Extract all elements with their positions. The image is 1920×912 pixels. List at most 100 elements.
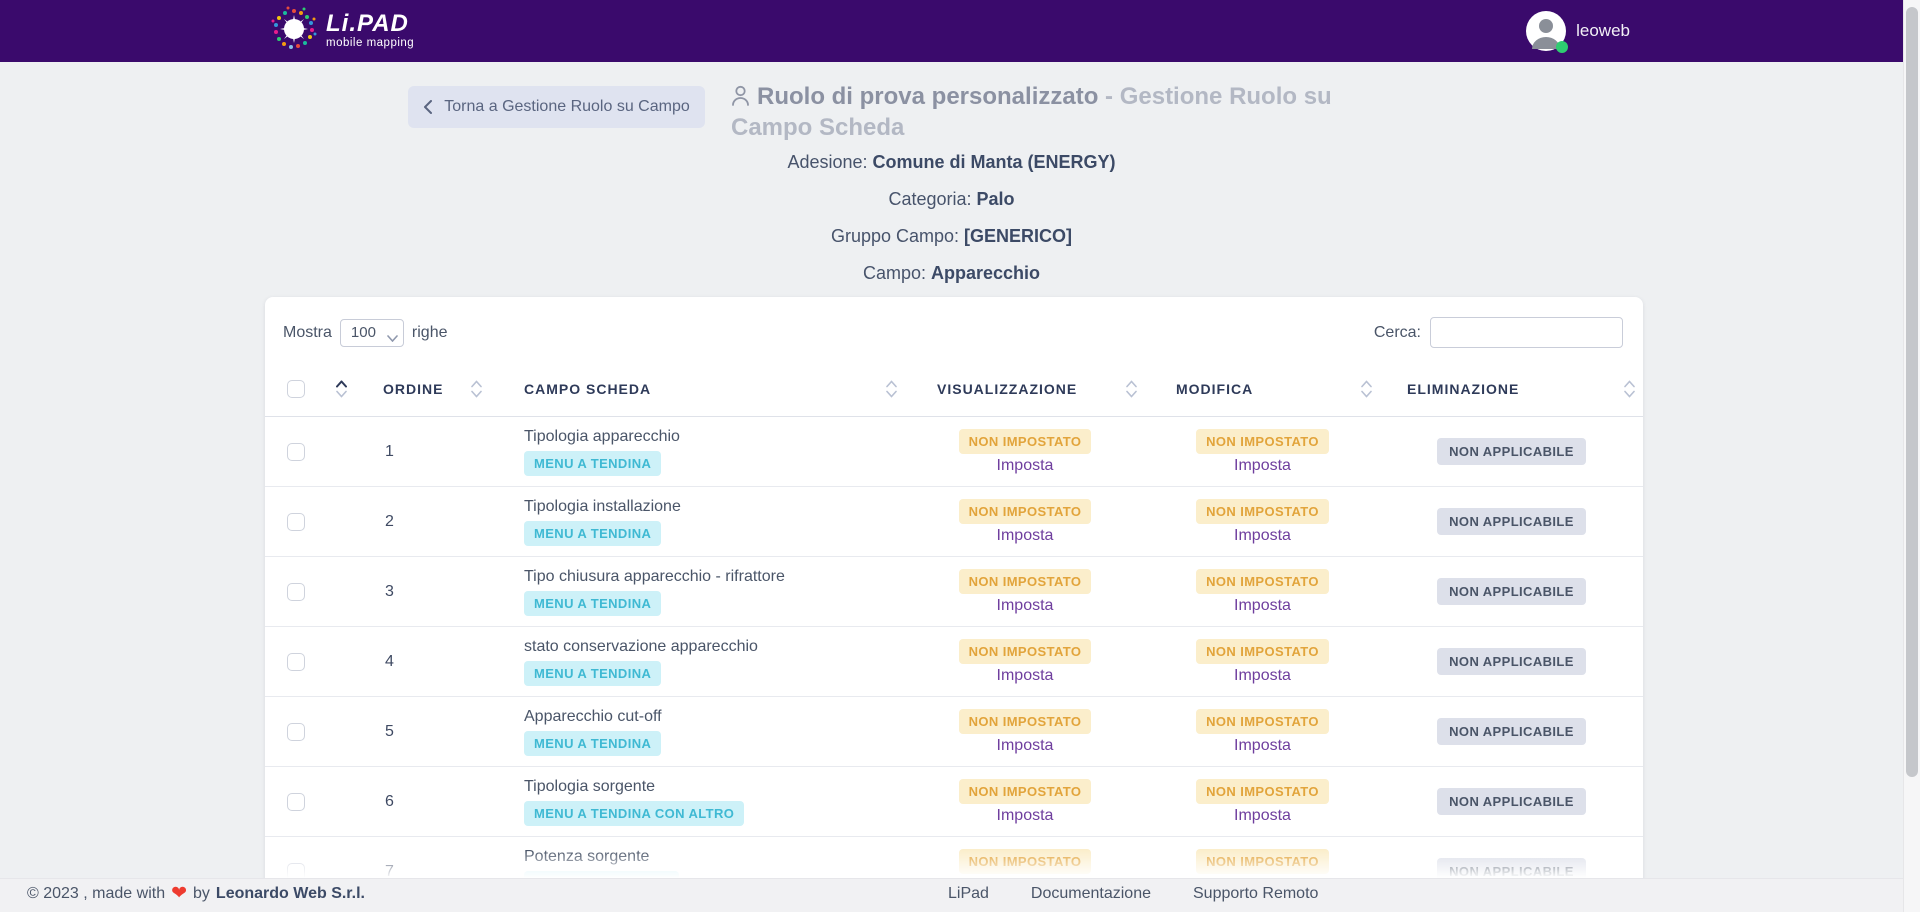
visualizzazione-badge: NON IMPOSTATO [959,849,1092,874]
meta-gruppo-campo: Gruppo Campo: [GENERICO] [0,226,1903,247]
modifica-badge: NON IMPOSTATO [1196,779,1329,804]
sort-control-select[interactable] [336,381,347,398]
visualizzazione-imposta-link[interactable]: Imposta [997,597,1054,615]
field-type-badge: MENU A TENDINA [524,731,661,756]
field-name: Tipologia apparecchio [524,428,905,446]
sort-asc-icon [886,381,897,388]
footer-links: LiPad Documentazione Supporto Remoto [948,885,1318,903]
search-control: Cerca: [1374,317,1623,348]
row-checkbox[interactable] [287,443,305,461]
field-type-badge: MENU A TENDINA CON ALTRO [524,801,744,826]
visualizzazione-imposta-link[interactable]: Imposta [997,457,1054,475]
order-value: 2 [385,513,394,531]
eliminazione-badge: NON APPLICABILE [1437,718,1586,745]
sort-asc-icon [336,381,347,388]
meta-adesione: Adesione: Comune di Manta (ENERGY) [0,152,1903,173]
page-size-select[interactable]: 100 [340,319,404,347]
visualizzazione-imposta-link[interactable]: Imposta [997,737,1054,755]
sort-control-visualizzazione[interactable] [1126,381,1137,398]
copyright: © 2023 , made with ❤ by Leonardo Web S.r… [27,884,365,903]
field-name: Tipologia installazione [524,498,905,516]
table-row: 1Tipologia apparecchioMENU A TENDINANON … [265,417,1643,487]
page-title-role: Ruolo di prova personalizzato [757,83,1098,110]
table-row: 6Tipologia sorgenteMENU A TENDINA CON AL… [265,767,1643,837]
footer-link-lipad[interactable]: LiPad [948,885,989,903]
table-card: Mostra 100 righe Cerca: ORDI [265,297,1643,912]
modifica-imposta-link[interactable]: Imposta [1234,667,1291,685]
header-campo-scheda[interactable]: CAMPO SCHEDA [490,362,905,416]
scrollbar-thumb[interactable] [1906,7,1918,777]
sort-asc-icon [471,381,482,388]
row-checkbox[interactable] [287,653,305,671]
company-name: Leonardo Web S.r.l. [216,885,365,903]
logo-subtitle: mobile mapping [326,38,414,50]
field-type-badge: MENU A TENDINA [524,661,661,686]
back-button[interactable]: Torna a Gestione Ruolo su Campo [408,86,705,128]
footer-link-supporto-remoto[interactable]: Supporto Remoto [1193,885,1318,903]
back-button-label: Torna a Gestione Ruolo su Campo [444,98,689,116]
show-label: Mostra [283,324,332,342]
header-eliminazione[interactable]: ELIMINAZIONE [1380,362,1643,416]
table-row: 2Tipologia installazioneMENU A TENDINANO… [265,487,1643,557]
visualizzazione-imposta-link[interactable]: Imposta [997,667,1054,685]
user-menu[interactable]: leoweb [1526,11,1630,51]
row-checkbox[interactable] [287,583,305,601]
avatar [1526,11,1566,51]
heart-icon: ❤ [171,884,187,903]
page-title: Ruolo di prova personalizzato - Gestione… [731,82,1386,143]
field-name: Potenza sorgente [524,848,905,866]
order-value: 6 [385,793,394,811]
username: leoweb [1576,21,1630,41]
visualizzazione-badge: NON IMPOSTATO [959,429,1092,454]
modifica-imposta-link[interactable]: Imposta [1234,737,1291,755]
select-all-checkbox[interactable] [287,380,305,398]
sort-desc-icon [1624,391,1635,398]
context-meta: Adesione: Comune di Manta (ENERGY) Categ… [0,152,1903,300]
modifica-imposta-link[interactable]: Imposta [1234,597,1291,615]
sort-control-eliminazione[interactable] [1624,381,1635,398]
table-controls: Mostra 100 righe Cerca: [265,297,1643,362]
header-modifica[interactable]: MODIFICA [1145,362,1380,416]
sort-control-ordine[interactable] [471,381,482,398]
field-type-badge: MENU A TENDINA [524,451,661,476]
lipad-sunburst-icon [270,5,318,58]
visualizzazione-badge: NON IMPOSTATO [959,779,1092,804]
visualizzazione-badge: NON IMPOSTATO [959,499,1092,524]
modifica-imposta-link[interactable]: Imposta [1234,807,1291,825]
visualizzazione-imposta-link[interactable]: Imposta [997,807,1054,825]
modifica-badge: NON IMPOSTATO [1196,569,1329,594]
header-ordine[interactable]: ORDINE [355,362,490,416]
row-checkbox[interactable] [287,723,305,741]
visualizzazione-badge: NON IMPOSTATO [959,639,1092,664]
modifica-imposta-link[interactable]: Imposta [1234,457,1291,475]
online-status-dot [1556,41,1568,53]
eliminazione-badge: NON APPLICABILE [1437,508,1586,535]
modifica-badge: NON IMPOSTATO [1196,499,1329,524]
visualizzazione-imposta-link[interactable]: Imposta [997,527,1054,545]
visualizzazione-badge: NON IMPOSTATO [959,709,1092,734]
search-input[interactable] [1430,317,1623,348]
navbar: Li.PAD mobile mapping leoweb [0,0,1920,62]
modifica-imposta-link[interactable]: Imposta [1234,527,1291,545]
modifica-badge: NON IMPOSTATO [1196,709,1329,734]
sort-control-modifica[interactable] [1361,381,1372,398]
sort-desc-icon [336,391,347,398]
row-checkbox[interactable] [287,513,305,531]
order-value: 3 [385,583,394,601]
lipad-logo[interactable]: Li.PAD mobile mapping [270,5,414,58]
field-name: Apparecchio cut-off [524,708,905,726]
row-checkbox[interactable] [287,793,305,811]
sort-desc-icon [1126,391,1137,398]
footer-link-documentazione[interactable]: Documentazione [1031,885,1151,903]
meta-categoria: Categoria: Palo [0,189,1903,210]
table-header-row: ORDINE CAMPO SCHEDA VISUALIZZAZIONE MODI… [265,362,1643,417]
scrollbar-track[interactable] [1903,0,1920,912]
sort-asc-icon [1624,381,1635,388]
footer: © 2023 , made with ❤ by Leonardo Web S.r… [0,878,1920,912]
sort-control-campo-scheda[interactable] [886,381,897,398]
visualizzazione-badge: NON IMPOSTATO [959,569,1092,594]
eliminazione-badge: NON APPLICABILE [1437,788,1586,815]
header-visualizzazione[interactable]: VISUALIZZAZIONE [905,362,1145,416]
role-person-icon [731,84,750,113]
sort-desc-icon [886,391,897,398]
